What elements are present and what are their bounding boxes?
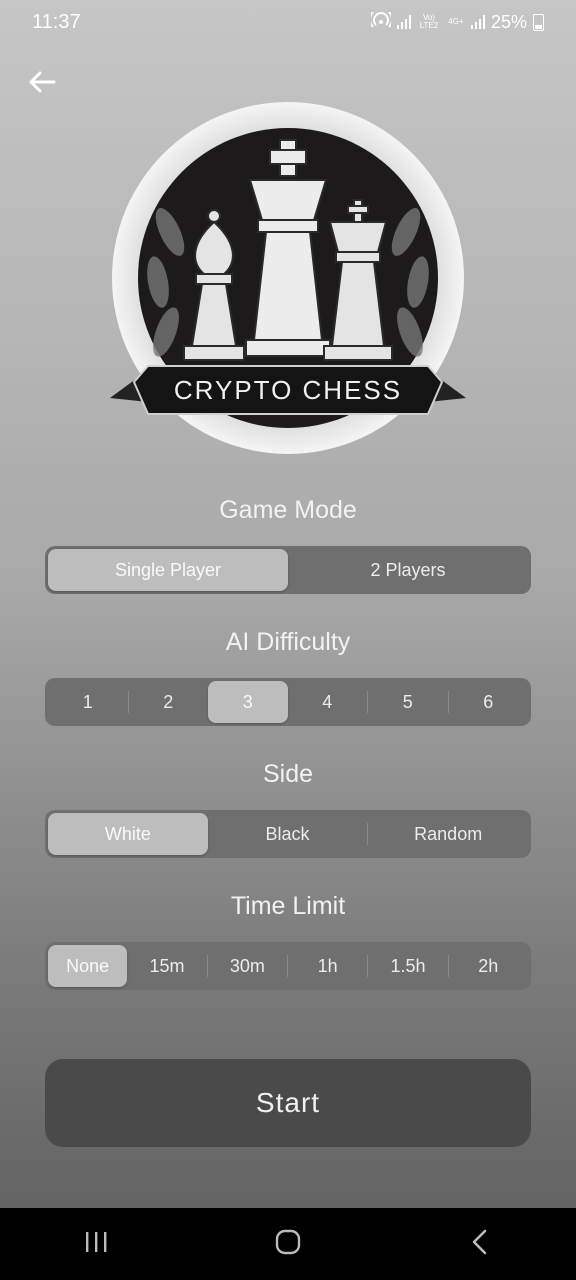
option-single-player[interactable]: Single Player	[48, 549, 288, 591]
network-4g-label: 4G+	[448, 17, 464, 26]
time-limit-selector: None 15m 30m 1h 1.5h 2h	[45, 942, 531, 990]
option-time-none[interactable]: None	[48, 945, 128, 987]
hotspot-icon	[368, 7, 393, 33]
game-mode-title: Game Mode	[219, 496, 357, 524]
recents-button[interactable]	[66, 1219, 126, 1269]
status-time: 11:37	[32, 10, 81, 33]
option-difficulty-3[interactable]: 3	[208, 681, 288, 723]
status-bar: 11:37 Vo) LTE2 4G+ 25%	[0, 0, 576, 44]
home-button[interactable]	[258, 1219, 318, 1269]
time-limit-title: Time Limit	[230, 892, 346, 920]
status-icons: Vo) LTE2 4G+ 25%	[368, 7, 544, 33]
chevron-left-icon	[471, 1229, 489, 1260]
option-2-players[interactable]: 2 Players	[288, 549, 528, 591]
home-icon	[275, 1229, 301, 1260]
option-difficulty-6[interactable]: 6	[449, 681, 529, 723]
option-difficulty-1[interactable]: 1	[48, 681, 128, 723]
side-title: Side	[262, 760, 314, 788]
recents-icon	[83, 1230, 109, 1259]
option-time-2h[interactable]: 2h	[449, 945, 528, 987]
crypto-chess-logo: CRYPTO CHESS	[108, 102, 468, 462]
option-time-15m[interactable]: 15m	[127, 945, 206, 987]
back-button[interactable]	[22, 64, 62, 104]
arrow-left-icon	[28, 70, 56, 99]
option-time-1h[interactable]: 1h	[288, 945, 367, 987]
network-lte-label: Vo) LTE2	[419, 13, 439, 30]
signal-icon-2	[470, 15, 485, 29]
system-nav-bar	[0, 1208, 576, 1280]
side-selector: White Black Random	[45, 810, 531, 858]
option-time-30m[interactable]: 30m	[208, 945, 287, 987]
nav-back-button[interactable]	[450, 1219, 510, 1269]
option-difficulty-5[interactable]: 5	[368, 681, 448, 723]
start-button[interactable]: Start	[45, 1059, 531, 1147]
signal-icon	[396, 15, 411, 29]
battery-percent: 25%	[490, 11, 527, 32]
option-white[interactable]: White	[48, 813, 208, 855]
option-random[interactable]: Random	[368, 813, 528, 855]
battery-icon	[533, 13, 544, 31]
logo-text: CRYPTO CHESS	[174, 375, 402, 405]
option-black[interactable]: Black	[208, 813, 368, 855]
option-time-1-5h[interactable]: 1.5h	[368, 945, 447, 987]
ai-difficulty-title: AI Difficulty	[225, 628, 351, 656]
game-mode-selector: Single Player 2 Players	[45, 546, 531, 594]
option-difficulty-4[interactable]: 4	[288, 681, 368, 723]
option-difficulty-2[interactable]: 2	[129, 681, 209, 723]
ai-difficulty-selector: 1 2 3 4 5 6	[45, 678, 531, 726]
